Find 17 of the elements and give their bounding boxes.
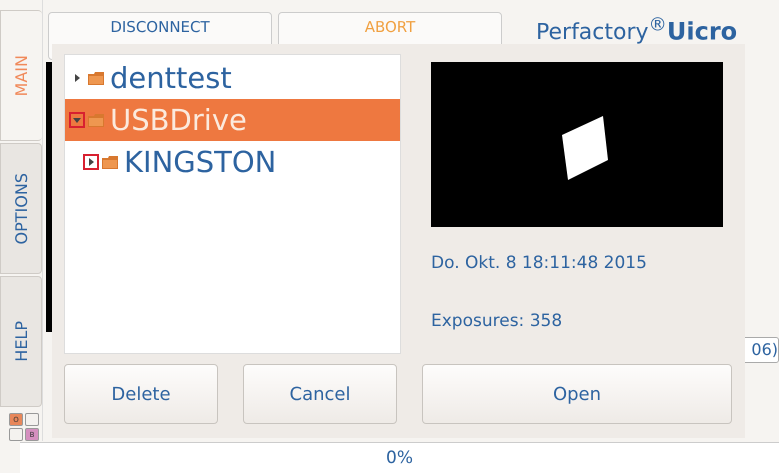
dialog-button[interactable]: Open (422, 364, 732, 424)
tree-item[interactable]: KINGSTON (65, 141, 400, 183)
expander-icon[interactable] (83, 154, 99, 170)
tree-item[interactable]: denttest (65, 57, 400, 99)
mode-key[interactable] (9, 428, 23, 441)
dialog-button[interactable]: Cancel (243, 364, 397, 424)
progress-text: 0% (386, 448, 413, 468)
logo: Perfactory$^{®}$Uicro (536, 14, 738, 48)
folder-icon (102, 156, 118, 168)
folder-icon (88, 72, 104, 84)
folder-icon (88, 114, 104, 126)
exposures-text: Exposures: 358 (431, 311, 564, 331)
side-tab[interactable]: HELP (0, 276, 42, 407)
mode-key[interactable] (25, 413, 39, 426)
dialog-button[interactable]: Delete (64, 364, 218, 424)
date-text: Do. Okt. 8 18:11:48 2015 (431, 253, 648, 273)
side-tab[interactable]: OPTIONS (0, 143, 42, 274)
